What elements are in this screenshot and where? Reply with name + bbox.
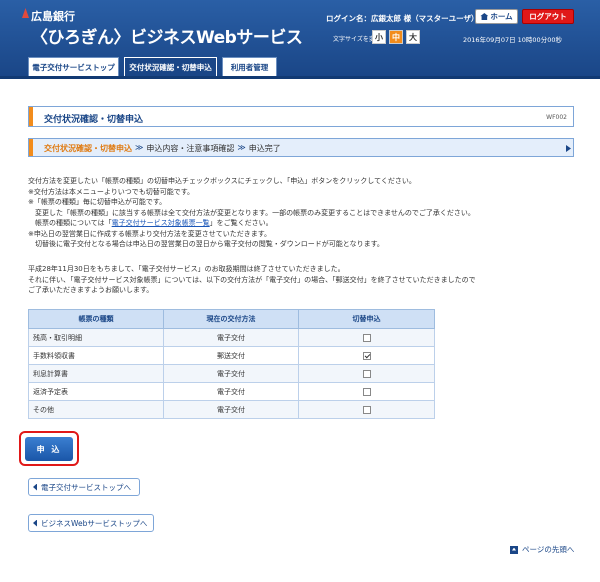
delivery-method-cell: 電子交付: [163, 328, 299, 347]
step-current: 交付状況確認・切替申込: [44, 144, 132, 153]
table-row: その他 電子交付: [28, 400, 435, 419]
switch-cell: [298, 364, 435, 383]
service-name: 〈ひろぎん〉ビジネスWebサービス: [31, 28, 303, 48]
step-confirm: 申込内容・注意事項確認: [146, 144, 235, 153]
tab-service-top[interactable]: 電子交付サービストップ: [28, 57, 119, 76]
tab-user-management[interactable]: 利用者管理: [222, 57, 277, 76]
instruction-line: ※交付方法は本メニューよりいつでも切替可能です。: [28, 187, 195, 196]
delivery-method-cell: 電子交付: [163, 382, 299, 401]
chevron-left-icon: [33, 483, 37, 491]
delivery-method-cell: 郵送交付: [163, 346, 299, 365]
column-header: 帳票の種類: [28, 309, 164, 329]
switch-cell: [298, 382, 435, 401]
font-size-medium-button[interactable]: 中: [389, 30, 403, 44]
page-title: 交付状況確認・切替申込: [44, 115, 144, 125]
table-row: 利息計算書 電子交付: [28, 364, 435, 383]
delivery-method-cell: 電子交付: [163, 364, 299, 383]
instruction-line: 変更した「帳票の種類」に該当する帳票は全て交付方法が変更となります。一部の帳票の…: [28, 208, 475, 217]
arrow-up-icon: [510, 545, 518, 554]
table-row: 手数料領収書 郵送交付: [28, 346, 435, 365]
notice-line: それに伴い、「電子交付サービス対象帳票」については、以下の交付方法が「電子交付」…: [28, 275, 476, 284]
chevron-right-icon: [566, 145, 571, 152]
font-size-small-button[interactable]: 小: [372, 30, 386, 44]
instructions: 交付方法を変更したい「帳票の種類」の切替申込チェックボックスにチェックし、「申込…: [28, 176, 574, 250]
title-accent-bar: [29, 107, 33, 126]
home-label: ホーム: [490, 12, 513, 21]
switch-checkbox[interactable]: [362, 333, 371, 342]
table-row: 残高・取引明細 電子交付: [28, 328, 435, 347]
screen-id: WF002: [546, 114, 567, 121]
step-complete: 申込完了: [248, 144, 281, 153]
form-type-cell: 利息計算書: [28, 364, 164, 383]
switch-cell: [298, 328, 435, 347]
form-type-table: 帳票の種類 現在の交付方法 切替申込 残高・取引明細 電子交付 手数料領収書 郵…: [28, 309, 435, 419]
login-name: ログイン名：広銀太郎 様（マスターユーザ）: [326, 14, 479, 23]
service-end-notice: 平成28年11月30日をもちまして、「電子交付サービス」のお取扱期間は終了させて…: [28, 264, 574, 296]
delivery-method-cell: 電子交付: [163, 400, 299, 419]
home-icon: [480, 13, 489, 20]
home-button[interactable]: ホーム: [475, 9, 518, 24]
switch-cell: [298, 400, 435, 419]
table-row: 返済予定表 電子交付: [28, 382, 435, 401]
steps-accent-bar: [29, 139, 33, 156]
service-top-label: 電子交付サービストップへ: [41, 482, 131, 492]
tab-status-switch[interactable]: 交付状況確認・切替申込: [124, 57, 217, 76]
bank-name: 広島銀行: [31, 10, 75, 23]
business-top-label: ビジネスWebサービストップへ: [41, 518, 148, 528]
step-separator: ≫: [135, 143, 144, 152]
step-separator: ≫: [237, 143, 246, 152]
page-top-link[interactable]: ページの先頭へ: [510, 544, 574, 555]
page-top-label: ページの先頭へ: [522, 545, 575, 554]
logout-button[interactable]: ログアウト: [522, 9, 574, 24]
apply-button[interactable]: 申 込: [25, 437, 73, 461]
switch-cell: [298, 346, 435, 365]
form-type-cell: その他: [28, 400, 164, 419]
notice-line: 平成28年11月30日をもちまして、「電子交付サービス」のお取扱期間は終了させて…: [28, 265, 345, 273]
column-header: 切替申込: [298, 309, 435, 329]
instruction-line: 交付方法を変更したい「帳票の種類」の切替申込チェックボックスにチェックし、「申込…: [28, 177, 416, 185]
font-size-large-button[interactable]: 大: [406, 30, 420, 44]
instruction-text: 帳票の種類については「: [28, 219, 112, 227]
column-header: 現在の交付方法: [163, 309, 299, 329]
switch-checkbox[interactable]: [362, 351, 371, 360]
instruction-line: 切替後に電子交付となる場合は申込日の翌営業日の翌日から電子交付の閲覧・ダウンロー…: [28, 240, 384, 248]
form-type-cell: 返済予定表: [28, 382, 164, 401]
notice-line: ご了承いただきますようお願いします。: [28, 286, 154, 294]
target-forms-link[interactable]: 電子交付サービス対象帳票一覧: [112, 219, 210, 227]
page-title-box: 交付状況確認・切替申込 WF002: [28, 106, 574, 127]
form-type-cell: 残高・取引明細: [28, 328, 164, 347]
form-type-cell: 手数料領収書: [28, 346, 164, 365]
header-divider: [0, 76, 600, 79]
instruction-line: ※申込日の翌営業日に作成する帳票より交付方法を変更させていただきます。: [28, 229, 272, 238]
service-top-button[interactable]: 電子交付サービストップへ: [28, 478, 140, 496]
progress-steps: 交付状況確認・切替申込 ≫ 申込内容・注意事項確認 ≫ 申込完了: [28, 138, 574, 157]
business-top-button[interactable]: ビジネスWebサービストップへ: [28, 514, 154, 532]
switch-checkbox[interactable]: [362, 387, 371, 396]
chevron-left-icon: [33, 519, 37, 527]
instruction-line: 帳票の種類については「電子交付サービス対象帳票一覧」をご覧ください。: [28, 218, 574, 229]
instruction-line: ※「帳票の種類」毎に切替申込が可能です。: [28, 198, 167, 206]
switch-checkbox[interactable]: [362, 369, 371, 378]
switch-checkbox[interactable]: [362, 405, 371, 414]
current-datetime: 2016年09月07日 10時00分00秒: [463, 36, 562, 44]
instruction-text: 」をご覧ください。: [209, 219, 273, 227]
table-header-row: 帳票の種類 現在の交付方法 切替申込: [28, 309, 435, 329]
